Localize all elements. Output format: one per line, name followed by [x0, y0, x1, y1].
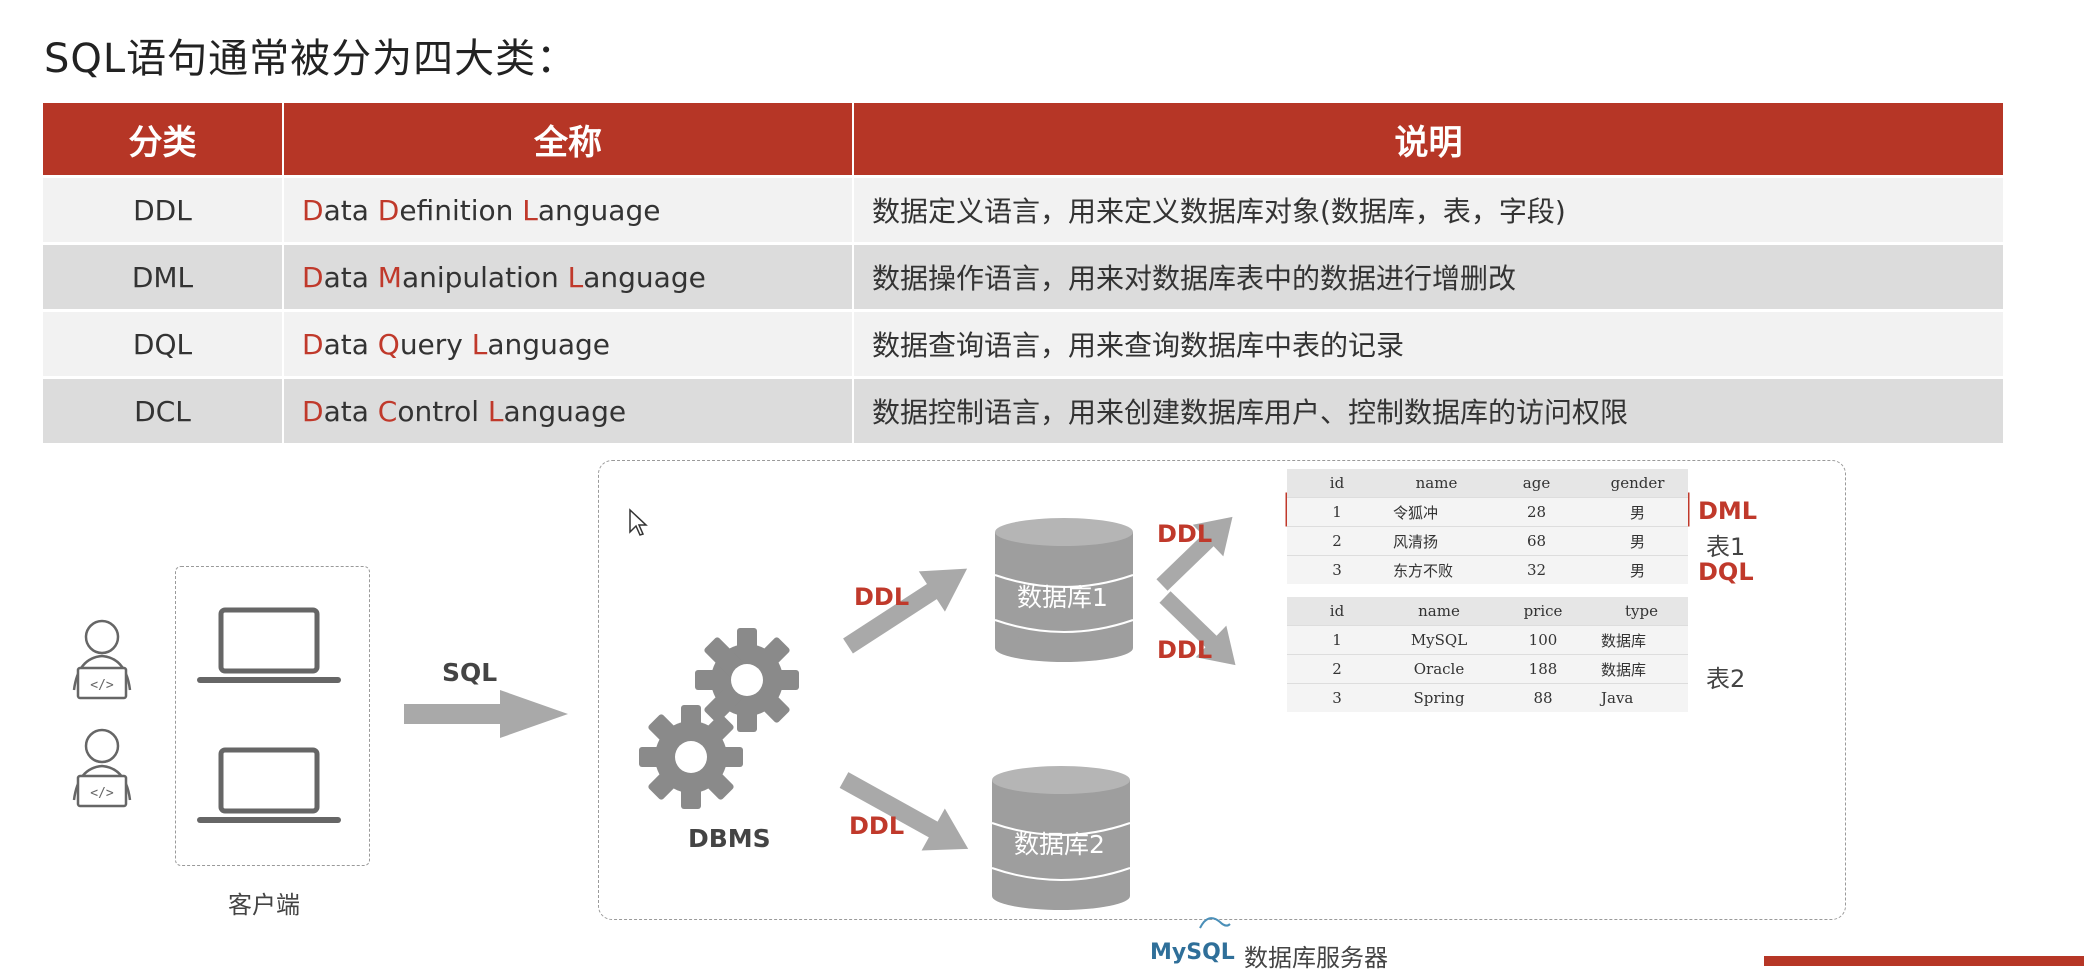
table2-cell: 88: [1491, 683, 1595, 712]
table1-cell: 68: [1486, 526, 1587, 556]
table1-cell: 男: [1587, 555, 1688, 584]
diagram-graphics: </> </>: [72, 492, 1690, 929]
table1-cell: 风清扬: [1387, 526, 1486, 556]
dbms-label: DBMS: [688, 824, 771, 853]
table1-header-cell: gender: [1587, 469, 1688, 498]
table1-preview: id name age gender 1 令狐冲 28 男 2 风清扬 68 男…: [1287, 469, 1688, 584]
table1-cell: 32: [1486, 555, 1587, 584]
table1-cell: 男: [1587, 497, 1688, 527]
cursor-icon: [629, 508, 648, 536]
table2-cell: 数据库: [1595, 625, 1688, 655]
ddl-label: DDL: [854, 583, 910, 611]
table1-cell: 男: [1587, 526, 1688, 556]
table2-label: 表2: [1706, 665, 1746, 693]
table2-cell: 数据库: [1595, 654, 1688, 684]
corner-badge: [1764, 956, 2084, 966]
gear-icon: [639, 705, 743, 809]
table1-header-cell: age: [1486, 469, 1587, 498]
sql-label: SQL: [442, 658, 498, 687]
client-label: 客户端: [228, 891, 300, 919]
table2-cell: Java: [1595, 683, 1688, 712]
table2-header-row: id name price type: [1287, 597, 1688, 626]
dml-label: DML: [1698, 497, 1758, 525]
ddl-label: DDL: [849, 812, 905, 840]
table1-row: 1 令狐冲 28 男: [1287, 497, 1688, 527]
gear-icon: [695, 628, 799, 732]
table1-header-cell: name: [1387, 469, 1486, 498]
table1-header-row: id name age gender: [1287, 469, 1688, 498]
table1-cell: 2: [1287, 526, 1387, 556]
user-icon: </>: [72, 728, 132, 808]
table2-cell: Oracle: [1387, 654, 1491, 684]
table1-cell: 令狐冲: [1387, 497, 1486, 527]
user-icon: </>: [72, 619, 132, 700]
table1-cell: 1: [1287, 497, 1387, 527]
table2-cell: 188: [1491, 654, 1595, 684]
table2-row: 3 Spring 88 Java: [1287, 683, 1688, 712]
table2-header-cell: type: [1595, 597, 1688, 626]
svg-text:</>: </>: [90, 678, 114, 693]
table2-cell: 3: [1287, 683, 1387, 712]
dql-label: DQL: [1698, 558, 1754, 586]
svg-text:</>: </>: [90, 786, 114, 801]
ddl-arrow: [1159, 591, 1236, 666]
sql-arrow: [404, 690, 568, 738]
table1-header-cell: id: [1287, 469, 1387, 498]
ddl-label: DDL: [1157, 636, 1213, 664]
server-label: 数据库服务器: [1244, 944, 1388, 972]
table1-cell: 3: [1287, 555, 1387, 584]
table2-cell: 100: [1491, 625, 1595, 655]
table1-row: 2 风清扬 68 男: [1287, 526, 1688, 556]
mysql-logo: MySQL: [1150, 940, 1235, 965]
table1-label: 表1: [1706, 533, 1746, 561]
laptop-icon: [197, 607, 341, 683]
table2-header-cell: name: [1387, 597, 1491, 626]
table1-cell: 28: [1486, 497, 1587, 527]
table2-row: 2 Oracle 188 数据库: [1287, 654, 1688, 684]
database1-label: 数据库1: [1017, 583, 1108, 612]
table2-cell: MySQL: [1387, 625, 1491, 655]
table1-cell: 东方不败: [1387, 555, 1486, 584]
database2-label: 数据库2: [1014, 830, 1105, 859]
table2-cell: 2: [1287, 654, 1387, 684]
ddl-arrow: [1156, 516, 1233, 591]
table2-cell: Spring: [1387, 683, 1491, 712]
table2-header-cell: id: [1287, 597, 1387, 626]
ddl-label: DDL: [1157, 520, 1213, 548]
mysql-dolphin-icon: [1199, 917, 1231, 929]
table2-preview: id name price type 1 MySQL 100 数据库 2 Ora…: [1287, 597, 1688, 712]
laptop-icon: [197, 747, 341, 823]
table2-row: 1 MySQL 100 数据库: [1287, 625, 1688, 655]
table2-cell: 1: [1287, 625, 1387, 655]
table1-row: 3 东方不败 32 男: [1287, 555, 1688, 584]
table2-header-cell: price: [1491, 597, 1595, 626]
